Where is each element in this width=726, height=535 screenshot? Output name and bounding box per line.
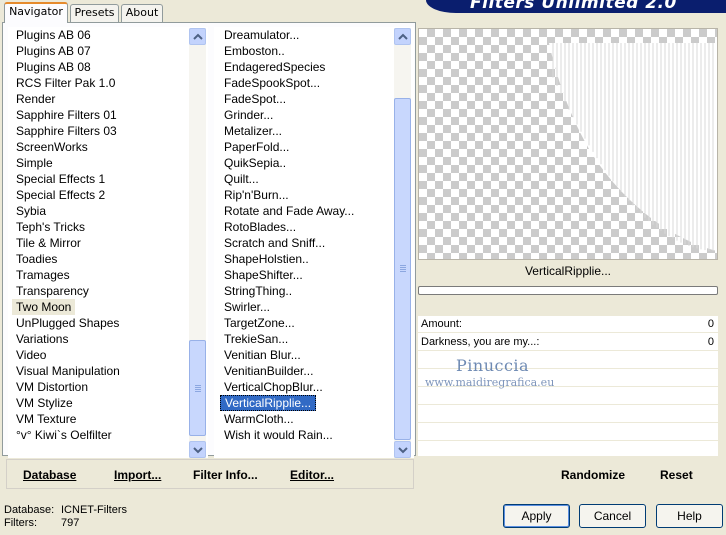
tab-navigator[interactable]: Navigator: [4, 2, 68, 23]
filters-label: Filters:: [4, 517, 37, 529]
list-item[interactable]: RotoBlades...: [220, 219, 400, 235]
list-item[interactable]: Toadies: [12, 251, 192, 267]
chevron-up-icon: [193, 33, 203, 40]
database-button[interactable]: Database: [23, 468, 76, 482]
list-item[interactable]: Special Effects 2: [12, 187, 192, 203]
filter-info-button[interactable]: Filter Info...: [193, 468, 258, 482]
list-item[interactable]: Grinder...: [220, 107, 400, 123]
scroll-thumb[interactable]: [394, 98, 411, 440]
chevron-down-icon: [398, 447, 408, 454]
list-item[interactable]: Sybia: [12, 203, 192, 219]
list-item[interactable]: Sapphire Filters 01: [12, 107, 192, 123]
filter-list[interactable]: Dreamulator... Emboston.. EndageredSpecies…: [214, 27, 414, 458]
list-item[interactable]: Dreamulator...: [220, 27, 400, 43]
list-item[interactable]: Wish it would Rain...: [220, 427, 400, 443]
list-item[interactable]: VerticalChopBlur...: [220, 379, 400, 395]
list-item[interactable]: Transparency: [12, 283, 192, 299]
param-row[interactable]: Darkness, you are my...: 0: [418, 334, 718, 351]
list-item[interactable]: VM Texture: [12, 411, 192, 427]
help-button[interactable]: Help: [656, 504, 723, 528]
list-item[interactable]: Rotate and Fade Away...: [220, 203, 400, 219]
param-label: Darkness, you are my...:: [421, 336, 540, 348]
list-item[interactable]: Metalizer...: [220, 123, 400, 139]
reset-button[interactable]: Reset: [660, 468, 693, 482]
watermark-name: Pinuccia: [456, 356, 530, 375]
list-item[interactable]: Venitian Blur...: [220, 347, 400, 363]
param-row-empty: [418, 388, 718, 405]
list-item[interactable]: Render: [12, 91, 192, 107]
list-item[interactable]: StringThing..: [220, 283, 400, 299]
chevron-down-icon: [193, 447, 203, 454]
list-item[interactable]: Video: [12, 347, 192, 363]
database-label: Database:: [4, 504, 55, 516]
list-item[interactable]: Rip'n'Burn...: [220, 187, 400, 203]
list-item[interactable]: Tile & Mirror: [12, 235, 192, 251]
param-value: 0: [707, 318, 714, 330]
preview-image: [418, 28, 718, 260]
cancel-button[interactable]: Cancel: [579, 504, 646, 528]
list-item[interactable]: ShapeHolstien..: [220, 251, 400, 267]
list-item[interactable]: Simple: [12, 155, 192, 171]
list-item[interactable]: Tramages: [12, 267, 192, 283]
filters-count: 797: [61, 517, 80, 529]
apply-button[interactable]: Apply: [503, 504, 570, 528]
list-item[interactable]: Variations: [12, 331, 192, 347]
list-item[interactable]: WarmCloth...: [220, 411, 400, 427]
list-item[interactable]: Two Moon: [12, 299, 76, 315]
list-item[interactable]: UnPlugged Shapes: [12, 315, 192, 331]
chevron-up-icon: [398, 33, 408, 40]
list-item[interactable]: TargetZone...: [220, 315, 400, 331]
param-label: Amount:: [421, 318, 462, 330]
category-scrollbar[interactable]: [189, 28, 206, 458]
navigator-toolbar: Database Import... Filter Info... Editor…: [6, 459, 414, 489]
progress-bar: [418, 286, 718, 295]
list-item[interactable]: ScreenWorks: [12, 139, 192, 155]
list-item[interactable]: Visual Manipulation: [12, 363, 192, 379]
list-item[interactable]: FadeSpookSpot...: [220, 75, 400, 91]
list-item[interactable]: Special Effects 1: [12, 171, 192, 187]
list-item[interactable]: Plugins AB 08: [12, 59, 192, 75]
scroll-down-button[interactable]: [189, 441, 206, 458]
list-item[interactable]: Scratch and Sniff...: [220, 235, 400, 251]
list-item[interactable]: VerticalRipplie...: [220, 395, 317, 411]
filter-name-label: VerticalRipplie...: [524, 264, 612, 278]
editor-button[interactable]: Editor...: [290, 468, 334, 482]
list-item[interactable]: ShapeShifter...: [220, 267, 400, 283]
list-item[interactable]: FadeSpot...: [220, 91, 400, 107]
list-item[interactable]: QuikSepia..: [220, 155, 400, 171]
watermark-url: www.maidiregrafica.eu: [425, 376, 555, 389]
database-value: ICNET-Filters: [61, 504, 127, 516]
list-item[interactable]: Emboston..: [220, 43, 400, 59]
list-item[interactable]: VM Stylize: [12, 395, 192, 411]
list-item[interactable]: Teph's Tricks: [12, 219, 192, 235]
preview-ripple-graphic: [549, 43, 717, 251]
list-item[interactable]: Plugins AB 06: [12, 27, 192, 43]
scroll-thumb[interactable]: [189, 340, 206, 436]
param-value: 0: [707, 336, 714, 348]
tab-presets[interactable]: Presets: [70, 4, 119, 22]
list-item[interactable]: EndageredSpecies: [220, 59, 400, 75]
scroll-up-button[interactable]: [189, 28, 206, 45]
scroll-down-button[interactable]: [394, 441, 411, 458]
list-item[interactable]: Quilt...: [220, 171, 400, 187]
param-row[interactable]: Amount: 0: [418, 316, 718, 333]
randomize-button[interactable]: Randomize: [561, 468, 625, 482]
list-item[interactable]: VenitianBuilder...: [220, 363, 400, 379]
list-item[interactable]: Sapphire Filters 03: [12, 123, 192, 139]
category-list[interactable]: Plugins AB 06 Plugins AB 07 Plugins AB 08 R…: [8, 27, 208, 458]
import-button[interactable]: Import...: [114, 468, 161, 482]
list-item[interactable]: PaperFold...: [220, 139, 400, 155]
filter-scrollbar[interactable]: [394, 28, 411, 458]
app-title: Filters Unlimited 2.0: [470, 0, 677, 13]
tab-about[interactable]: About: [121, 4, 163, 22]
scroll-up-button[interactable]: [394, 28, 411, 45]
list-item[interactable]: Plugins AB 07: [12, 43, 192, 59]
list-item[interactable]: Swirler...: [220, 299, 400, 315]
list-item[interactable]: °v° Kiwi`s Oelfilter: [12, 427, 192, 443]
param-row-empty: [418, 406, 718, 423]
list-item[interactable]: VM Distortion: [12, 379, 192, 395]
list-item[interactable]: RCS Filter Pak 1.0: [12, 75, 192, 91]
list-item[interactable]: TrekieSan...: [220, 331, 400, 347]
param-row-empty: [418, 424, 718, 441]
